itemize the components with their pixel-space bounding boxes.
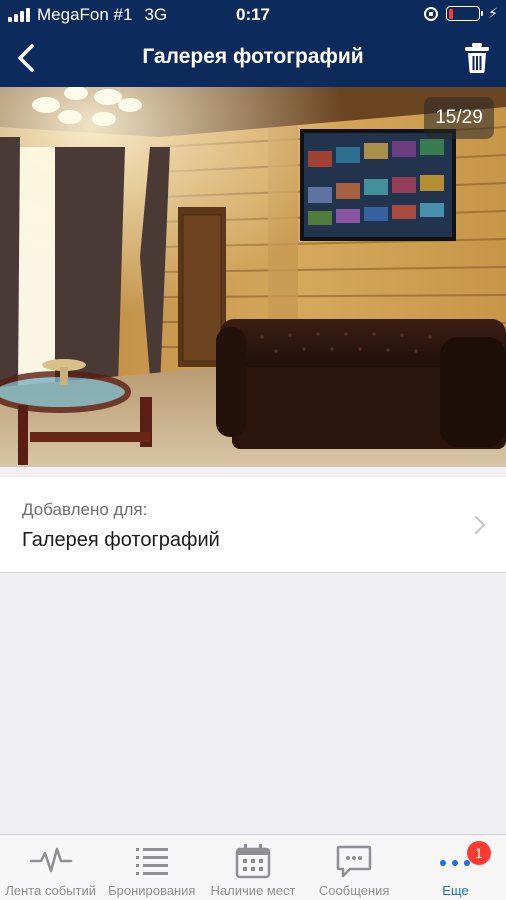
list-icon	[135, 848, 168, 875]
calendar-icon	[235, 844, 271, 879]
tab-availability-label: Наличие мест	[210, 883, 296, 898]
tab-more-label: Еще	[442, 883, 469, 898]
tab-bar: Лента событий Бронирования Наличие мест	[0, 834, 506, 900]
charging-icon: ⚡	[488, 5, 498, 21]
photo-counter: 15/29	[424, 97, 494, 139]
added-for-value: Галерея фотографий	[22, 529, 220, 551]
battery-icon	[446, 6, 484, 21]
back-button[interactable]	[8, 40, 44, 76]
added-for-label: Добавлено для:	[22, 500, 148, 519]
page-title: Галерея фотографий	[142, 45, 364, 68]
navigation-bar: Галерея фотографий	[0, 30, 506, 87]
tab-more[interactable]: 1 Еще	[405, 835, 506, 900]
added-for-row[interactable]: Добавлено для: Галерея фотографий	[0, 477, 506, 573]
tab-bookings-label: Бронирования	[108, 883, 196, 898]
chevron-left-icon	[18, 44, 34, 72]
tab-availability[interactable]: Наличие мест	[202, 835, 303, 900]
notification-badge: 1	[466, 841, 491, 865]
status-right: ⚡	[424, 5, 498, 22]
tab-events[interactable]: Лента событий	[0, 835, 101, 900]
delete-button[interactable]	[462, 42, 492, 74]
status-bar: MegaFon #1 3G 0:17 ⚡	[0, 0, 506, 30]
tab-bookings[interactable]: Бронирования	[101, 835, 202, 900]
battery-level	[448, 8, 453, 19]
chat-icon	[336, 845, 372, 878]
tab-messages-label: Сообщения	[318, 883, 390, 898]
trash-icon	[465, 43, 489, 73]
rotation-lock-icon	[424, 6, 439, 21]
chevron-right-icon	[474, 515, 486, 535]
pulse-icon	[29, 847, 72, 873]
gallery-photo[interactable]: 15/29	[0, 87, 506, 467]
room-photo-image	[0, 87, 506, 467]
tab-events-label: Лента событий	[5, 883, 96, 898]
tab-messages[interactable]: Сообщения	[304, 835, 405, 900]
